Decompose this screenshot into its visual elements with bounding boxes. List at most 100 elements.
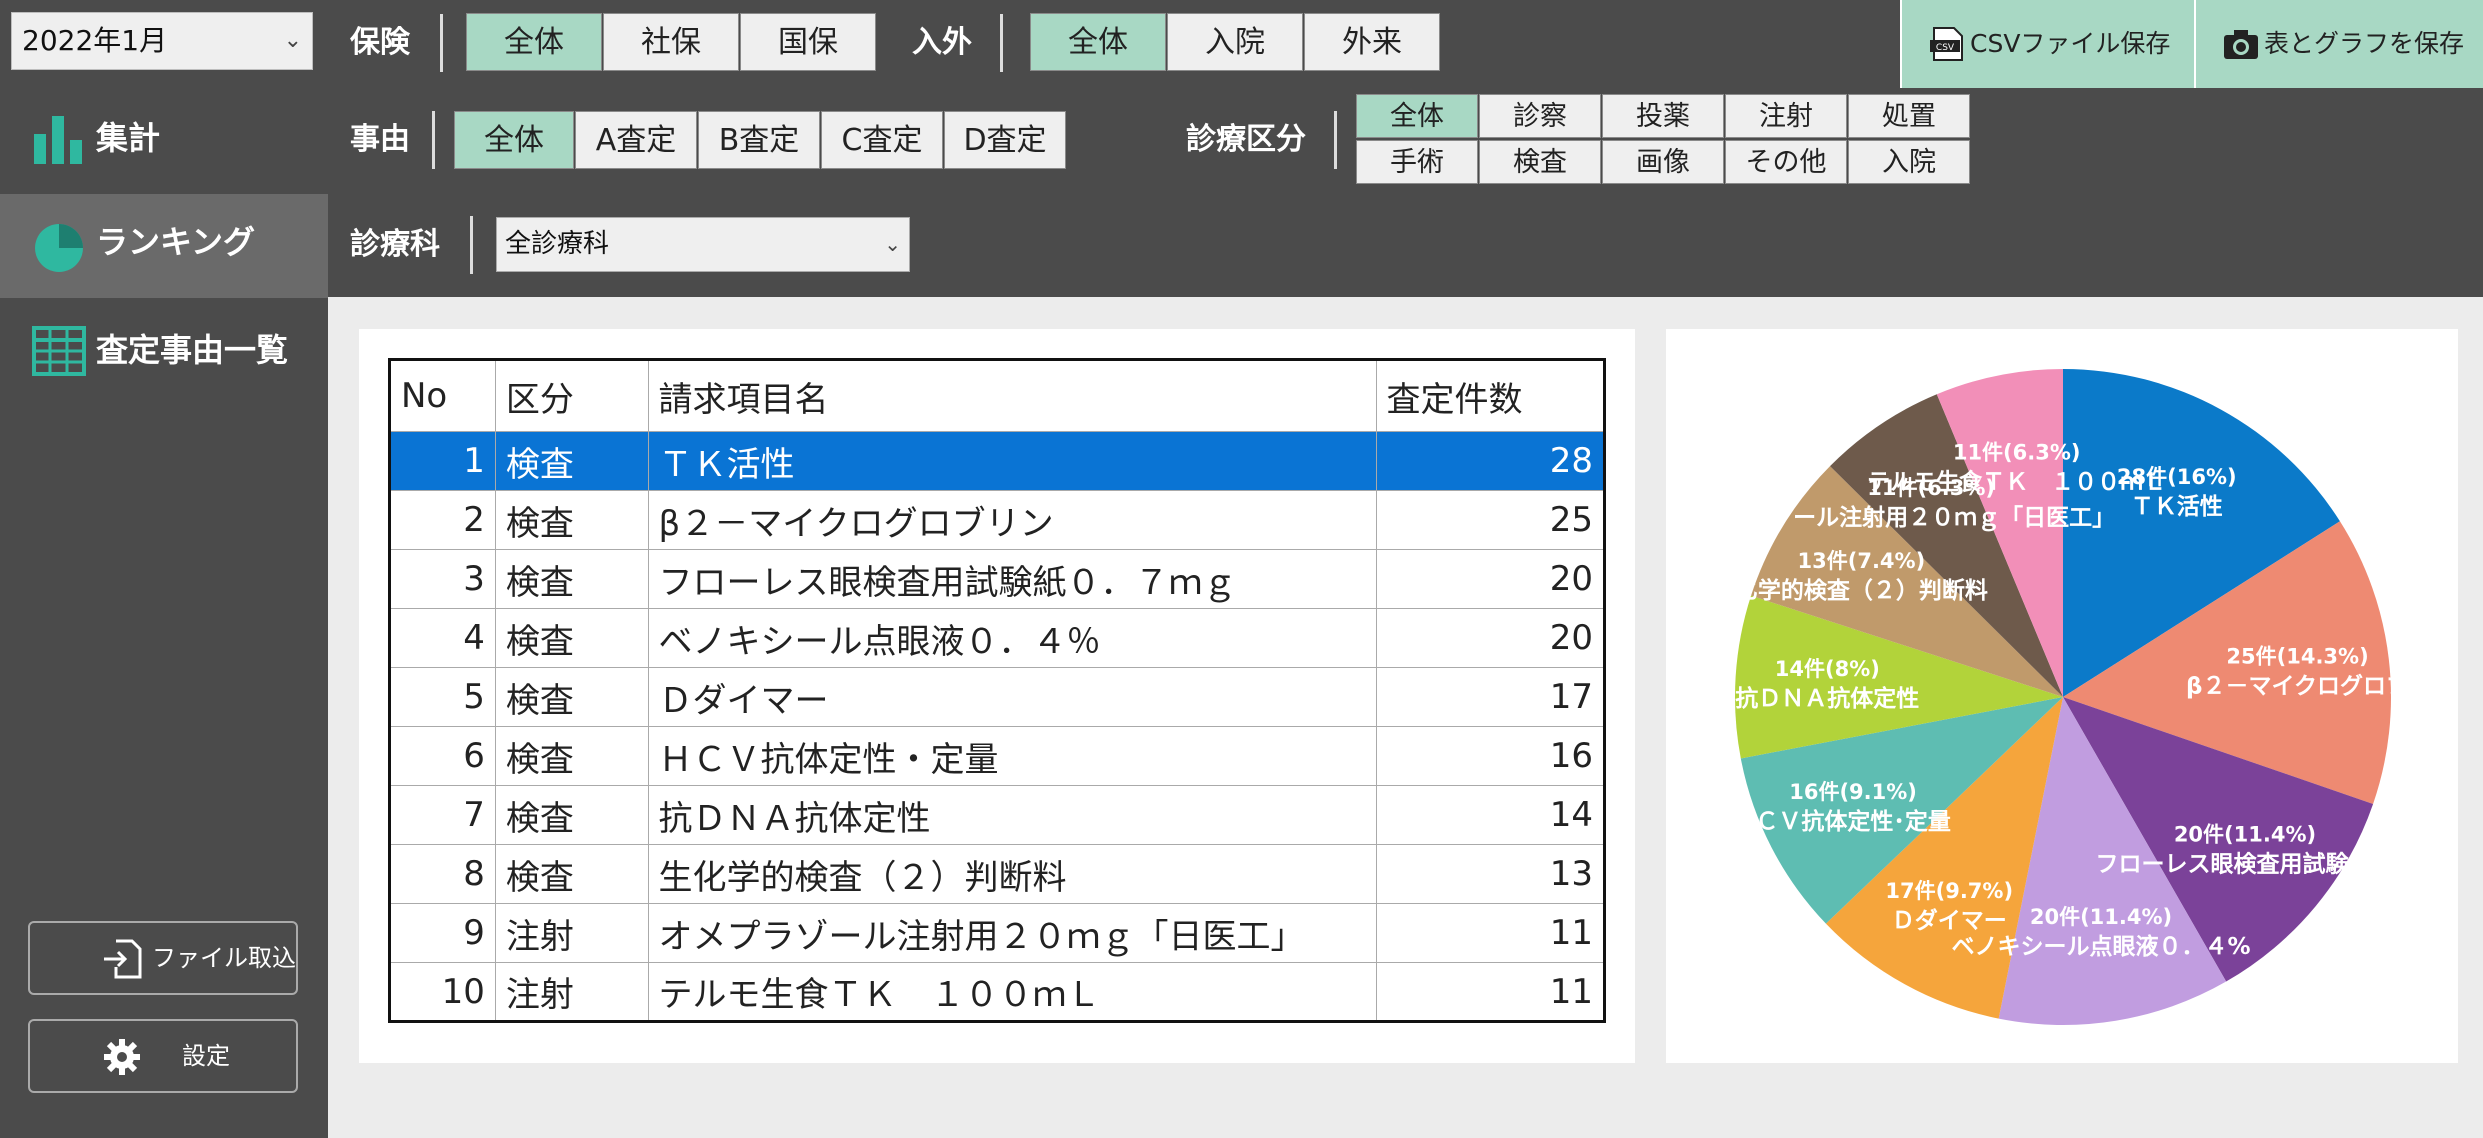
category-option-shinsatsu[interactable]: 診察 (1479, 94, 1601, 138)
insurance-label: 保険 (350, 25, 410, 60)
inout-option-outpatient[interactable]: 外来 (1304, 13, 1440, 71)
cell-no: 1 (389, 431, 496, 491)
gear-icon (104, 1039, 140, 1075)
cell-name: ＴＫ活性 (647, 431, 1377, 491)
category-option-kensa[interactable]: 検査 (1479, 140, 1601, 184)
pie-value-label: 17件(9.7%) (1885, 879, 2013, 903)
divider (470, 216, 473, 274)
table-row[interactable]: 10 注射 テルモ生食ＴＫ １００ｍＬ 11 (389, 962, 1606, 1022)
cell-count: 17 (1375, 667, 1606, 727)
category-option-shochi[interactable]: 処置 (1848, 94, 1970, 138)
inout-option-inpatient[interactable]: 入院 (1167, 13, 1303, 71)
table-row[interactable]: 8 検査 生化学的検査（２）判断料 13 (389, 844, 1606, 904)
settings-label: 設定 (182, 1042, 230, 1070)
month-select[interactable]: 2022年1月 ⌄ (11, 12, 313, 70)
pie-name-label: フローレス眼検査用試験紙０ (2095, 851, 2394, 878)
reason-option-a[interactable]: A査定 (575, 111, 697, 169)
pie-name-label: ラゾール注射用２０ｍｇ「日医工」 (1747, 504, 2115, 532)
table-header-row: No 区分 請求項目名 査定件数 (389, 359, 1606, 432)
table-row[interactable]: 1 検査 ＴＫ活性 28 (389, 431, 1606, 491)
cell-no: 10 (389, 962, 496, 1022)
cell-kubun: 検査 (494, 785, 649, 845)
cell-count: 14 (1375, 785, 1606, 845)
inout-option-all[interactable]: 全体 (1030, 13, 1166, 71)
pie-value-label: 14件(8%) (1775, 657, 1880, 681)
settings-button[interactable]: 設定 (28, 1019, 298, 1093)
import-file-button[interactable]: ファイル取込 (28, 921, 298, 995)
column-header-name: 請求項目名 (647, 359, 1377, 432)
cell-count: 11 (1375, 962, 1606, 1022)
insurance-option-all[interactable]: 全体 (466, 13, 602, 71)
bar-chart-icon (34, 116, 82, 164)
category-option-all[interactable]: 全体 (1356, 94, 1478, 138)
cell-name: オメプラゾール注射用２０ｍｇ「日医工」 (647, 903, 1377, 963)
divider (1334, 111, 1337, 169)
cell-name: ＨＣＶ抗体定性・定量 (647, 726, 1377, 786)
reason-label: 事由 (350, 122, 410, 157)
pie-value-label: 20件(11.4%) (2174, 823, 2316, 847)
department-label: 診療科 (350, 227, 440, 262)
cell-count: 25 (1375, 490, 1606, 550)
pie-chart-icon (35, 224, 83, 272)
ranking-table: No 区分 請求項目名 査定件数 1 検査 ＴＫ活性 28 2 検査 β２－マイクログロブリ… (388, 358, 1606, 1023)
reason-option-b[interactable]: B査定 (698, 111, 820, 169)
table-row[interactable]: 3 検査 フローレス眼検査用試験紙０．７ｍｇ 20 (389, 549, 1606, 609)
pie-name-label: 匕学的検査（２）判断料 (1735, 577, 1988, 604)
cell-kubun: 検査 (494, 844, 649, 904)
table-row[interactable]: 4 検査 ベノキシール点眼液０．４％ 20 (389, 608, 1606, 668)
category-option-other[interactable]: その他 (1725, 140, 1847, 184)
pie-name-label: ＣＶ抗体定性･定量 (1755, 808, 1951, 835)
cell-kubun: 検査 (494, 549, 649, 609)
sidebar-item-label: ランキング (96, 223, 256, 261)
cell-no: 8 (389, 844, 496, 904)
category-label: 診療区分 (1186, 122, 1306, 157)
cell-kubun: 検査 (494, 726, 649, 786)
pie-value-label: 20件(11.4%) (2030, 905, 2172, 929)
cell-count: 16 (1375, 726, 1606, 786)
category-option-gazo[interactable]: 画像 (1602, 140, 1724, 184)
reason-option-c[interactable]: C査定 (821, 111, 943, 169)
cell-kubun: 注射 (494, 903, 649, 963)
cell-name: ベノキシール点眼液０．４％ (647, 608, 1377, 668)
camera-icon (2224, 30, 2258, 59)
sidebar-item-label: 査定事由一覧 (96, 331, 289, 369)
pie-name-label: ＴＫ活性 (2131, 494, 2223, 520)
table-row[interactable]: 5 検査 Ｄダイマー 17 (389, 667, 1606, 727)
cell-no: 9 (389, 903, 496, 963)
cell-kubun: 検査 (494, 608, 649, 668)
cell-no: 6 (389, 726, 496, 786)
pie-name-label: ベノキシール点眼液０．４% (1951, 933, 2250, 960)
cell-name: β２－マイクログロブリン (647, 490, 1377, 550)
csv-save-button[interactable]: CSV CSVファイル保存 (1900, 0, 2194, 88)
sidebar-item-reasons[interactable]: 査定事由一覧 (0, 300, 328, 400)
cell-no: 4 (389, 608, 496, 668)
pie-name-label: 抗ＤＮＡ抗体定性 (1735, 685, 1919, 712)
table-row[interactable]: 2 検査 β２－マイクログロブリン 25 (389, 490, 1606, 550)
reason-option-all[interactable]: 全体 (454, 111, 574, 169)
reason-option-d[interactable]: D査定 (944, 111, 1066, 169)
insurance-option-kokuho[interactable]: 国保 (740, 13, 876, 71)
ranking-pie-chart: 28件(16%)ＴＫ活性25件(14.3%)β２－マイクログロブ20件(11.4… (1735, 369, 2409, 1025)
category-option-toyaku[interactable]: 投薬 (1602, 94, 1724, 138)
pie-name-label: β２－マイクログロブ (2186, 673, 2409, 700)
cell-name: Ｄダイマー (647, 667, 1377, 727)
sidebar-item-ranking[interactable]: ランキング (0, 194, 328, 298)
table-row[interactable]: 9 注射 オメプラゾール注射用２０ｍｇ「日医工」 11 (389, 903, 1606, 963)
department-select[interactable]: 全診療科 ⌄ (496, 217, 910, 272)
cell-kubun: 注射 (494, 962, 649, 1022)
sidebar-item-summary[interactable]: 集計 (0, 88, 328, 188)
cell-name: フローレス眼検査用試験紙０．７ｍｇ (647, 549, 1377, 609)
cell-name: 生化学的検査（２）判断料 (647, 844, 1377, 904)
table-row[interactable]: 6 検査 ＨＣＶ抗体定性・定量 16 (389, 726, 1606, 786)
pie-value-label: 16件(9.1%) (1789, 780, 1917, 804)
cell-count: 13 (1375, 844, 1606, 904)
insurance-option-shaho[interactable]: 社保 (603, 13, 739, 71)
table-row[interactable]: 7 検査 抗ＤＮＡ抗体定性 14 (389, 785, 1606, 845)
save-table-graph-button[interactable]: 表とグラフを保存 (2194, 0, 2483, 88)
divider (1000, 14, 1003, 72)
save-table-graph-label: 表とグラフを保存 (2264, 29, 2465, 58)
category-option-nyuin[interactable]: 入院 (1848, 140, 1970, 184)
category-option-shujutsu[interactable]: 手術 (1356, 140, 1478, 184)
csv-save-label: CSVファイル保存 (1970, 29, 2171, 58)
category-option-chusha[interactable]: 注射 (1725, 94, 1847, 138)
